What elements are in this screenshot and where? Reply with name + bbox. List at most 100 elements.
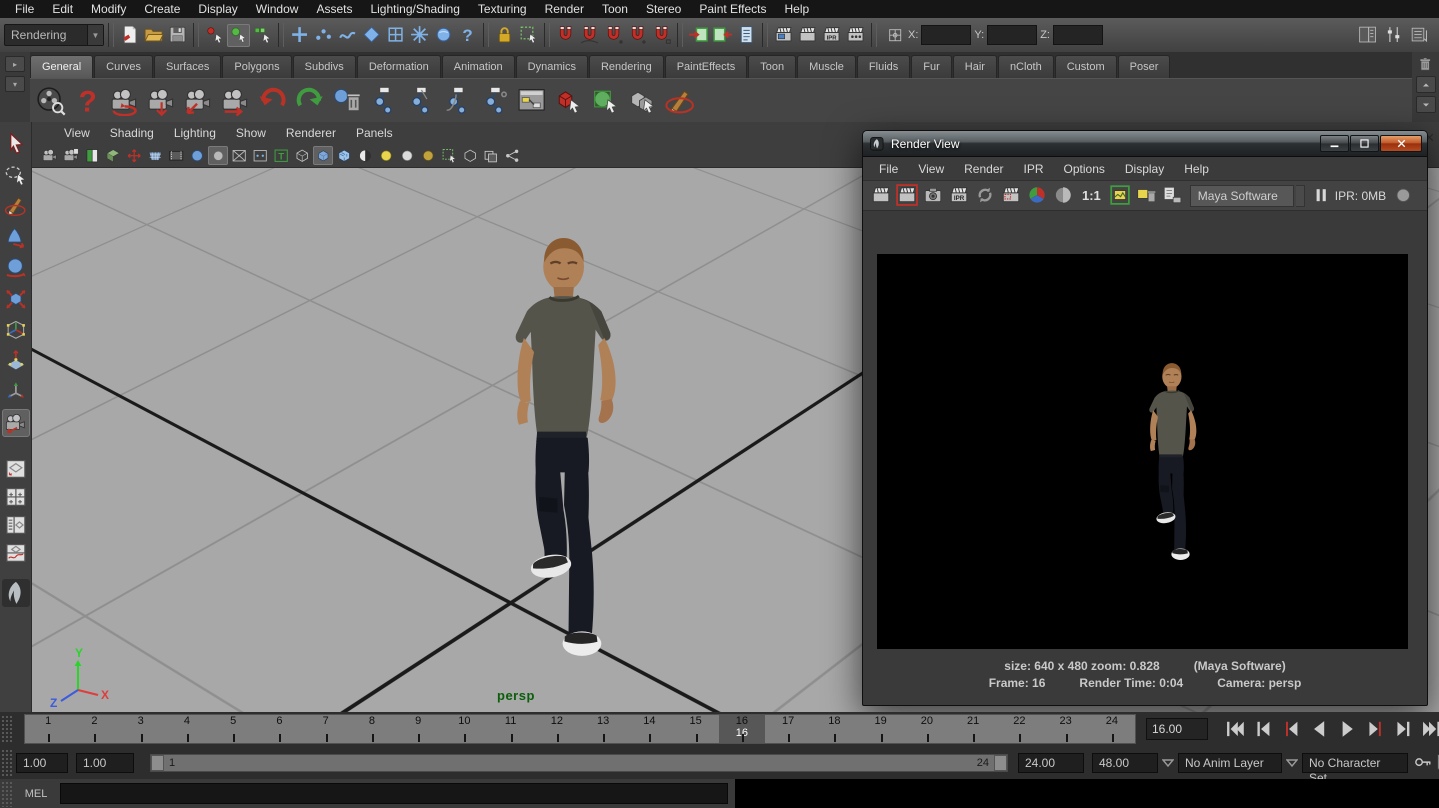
frame-cell[interactable]: 8 8 xyxy=(349,715,395,743)
menu-item[interactable]: Display xyxy=(189,0,246,18)
tool-settings-icon[interactable] xyxy=(1382,24,1405,47)
snap-point-icon[interactable] xyxy=(602,24,625,47)
render-view-menu-item[interactable]: File xyxy=(869,162,908,176)
frame-cell[interactable]: 16 16 xyxy=(719,715,765,743)
attribute-editor-icon[interactable] xyxy=(1356,24,1379,47)
display-real-size-icon[interactable] xyxy=(1108,184,1132,208)
frame-cell[interactable]: 24 24 xyxy=(1089,715,1135,743)
frame-cell[interactable]: 18 18 xyxy=(811,715,857,743)
outliner-shelf-icon[interactable] xyxy=(515,84,549,118)
move-tool-icon[interactable] xyxy=(2,223,30,251)
ik-spline-tool-icon[interactable] xyxy=(441,84,475,118)
select-rendering-icon[interactable] xyxy=(432,24,455,47)
vp-safe-action-icon[interactable] xyxy=(250,146,270,165)
zoom-ratio-button[interactable]: 1:1 xyxy=(1077,188,1106,203)
character-set-dropdown-icon[interactable] xyxy=(1286,757,1298,769)
minimize-button[interactable] xyxy=(1320,135,1349,152)
character-model[interactable] xyxy=(455,236,660,664)
shelf-tab-toggle-button[interactable]: ▸ xyxy=(5,56,25,72)
paint-select-tool-icon[interactable] xyxy=(2,192,30,220)
step-forward-key-icon[interactable] xyxy=(1390,716,1417,742)
menu-item[interactable]: Modify xyxy=(82,0,135,18)
highlight-selection-icon[interactable] xyxy=(517,24,540,47)
renderer-selector-scrollbar[interactable] xyxy=(1296,185,1305,207)
shelf-tab[interactable]: Muscle xyxy=(797,55,856,78)
shelf-scroll-up-button[interactable] xyxy=(1416,76,1436,93)
ipr-render-icon[interactable]: IPR xyxy=(820,24,843,47)
shelf-tab[interactable]: Custom xyxy=(1055,55,1117,78)
vp-camera-attrs-icon[interactable] xyxy=(61,146,81,165)
shelf-tab[interactable]: Curves xyxy=(94,55,153,78)
vp-res-gate-icon[interactable] xyxy=(187,146,207,165)
playback-end-field[interactable] xyxy=(1018,753,1084,773)
region-render-icon[interactable] xyxy=(999,184,1023,208)
frame-cell[interactable]: 20 20 xyxy=(904,715,950,743)
shelf-tab[interactable]: Poser xyxy=(1118,55,1171,78)
vp-textured-icon[interactable] xyxy=(334,146,354,165)
close-button[interactable] xyxy=(1380,135,1422,152)
shelf-tab[interactable]: Animation xyxy=(442,55,515,78)
joint-cluster-icon[interactable] xyxy=(478,84,512,118)
shelf-tab[interactable]: Rendering xyxy=(589,55,664,78)
snap-grid-icon[interactable] xyxy=(554,24,577,47)
vp-camera-icon[interactable] xyxy=(40,146,60,165)
shelf-menu-button[interactable]: ▾ xyxy=(5,76,25,92)
frame-cell[interactable]: 21 21 xyxy=(950,715,996,743)
play-forwards-icon[interactable] xyxy=(1334,716,1361,742)
render-current-frame-icon[interactable] xyxy=(796,24,819,47)
select-handles-icon[interactable] xyxy=(288,24,311,47)
open-scene-icon[interactable] xyxy=(142,24,165,47)
frame-cell[interactable]: 5 5 xyxy=(210,715,256,743)
render-view-window[interactable]: Render View FileViewRenderIPROptionsDisp… xyxy=(862,130,1428,706)
shelf-tab[interactable]: Hair xyxy=(953,55,997,78)
panel-menu-item[interactable]: Lighting xyxy=(164,126,226,140)
help-line-icon[interactable]: ? xyxy=(71,84,105,118)
select-surfaces-icon[interactable] xyxy=(360,24,383,47)
menu-item[interactable]: Edit xyxy=(43,0,82,18)
frame-cell[interactable]: 4 4 xyxy=(164,715,210,743)
render-view-menu-item[interactable]: IPR xyxy=(1014,162,1054,176)
vp-wireframe-icon[interactable] xyxy=(292,146,312,165)
shelf-tab[interactable]: PaintEffects xyxy=(665,55,748,78)
y-field[interactable] xyxy=(987,25,1037,45)
frame-cell[interactable]: 12 12 xyxy=(534,715,580,743)
range-start-handle[interactable] xyxy=(151,755,164,771)
vp-field-chart-icon[interactable] xyxy=(229,146,249,165)
panel-menu-item[interactable]: Panels xyxy=(346,126,403,140)
renderer-selector[interactable]: Maya Software xyxy=(1190,185,1294,207)
redo-shelf-icon[interactable] xyxy=(293,84,327,118)
frame-cell[interactable]: 3 3 xyxy=(118,715,164,743)
menu-item[interactable]: Stereo xyxy=(637,0,690,18)
track-tool-icon[interactable] xyxy=(145,84,179,118)
maximize-button[interactable] xyxy=(1350,135,1379,152)
x-field[interactable] xyxy=(921,25,971,45)
shelf-tab[interactable]: nCloth xyxy=(998,55,1054,78)
menu-item[interactable]: Window xyxy=(247,0,308,18)
frame-cell[interactable]: 7 7 xyxy=(303,715,349,743)
rendered-image[interactable] xyxy=(877,254,1408,649)
shelf-tab[interactable]: General xyxy=(30,55,93,78)
rotate-tool-icon[interactable] xyxy=(2,254,30,282)
undo-shelf-icon[interactable] xyxy=(256,84,290,118)
redo-previous-render-icon[interactable] xyxy=(895,184,919,208)
ik-handle-tool-icon[interactable] xyxy=(404,84,438,118)
go-to-start-icon[interactable] xyxy=(1222,716,1249,742)
render-view-menu-item[interactable]: Render xyxy=(954,162,1013,176)
current-time-field[interactable] xyxy=(1146,718,1208,740)
frame-cell[interactable]: 17 17 xyxy=(765,715,811,743)
render-view-menu-item[interactable]: Help xyxy=(1174,162,1219,176)
layout-four-icon[interactable] xyxy=(2,484,30,510)
time-ruler[interactable]: 1 1 2 2 3 3 4 4 5 xyxy=(24,714,1136,744)
frame-cell[interactable]: 22 22 xyxy=(996,715,1042,743)
shelf-tab[interactable]: Toon xyxy=(748,55,796,78)
vp-isolate-icon[interactable] xyxy=(439,146,459,165)
menu-item[interactable]: Lighting/Shading xyxy=(361,0,468,18)
drag-handle[interactable] xyxy=(0,714,12,745)
input-connection-icon[interactable] xyxy=(687,24,710,47)
shelf-tab[interactable]: Subdivs xyxy=(293,55,356,78)
play-backwards-icon[interactable] xyxy=(1306,716,1333,742)
save-scene-icon[interactable] xyxy=(166,24,189,47)
lock-selection-icon[interactable] xyxy=(493,24,516,47)
select-dynamics-icon[interactable] xyxy=(408,24,431,47)
panel-menu-item[interactable]: View xyxy=(54,126,100,140)
